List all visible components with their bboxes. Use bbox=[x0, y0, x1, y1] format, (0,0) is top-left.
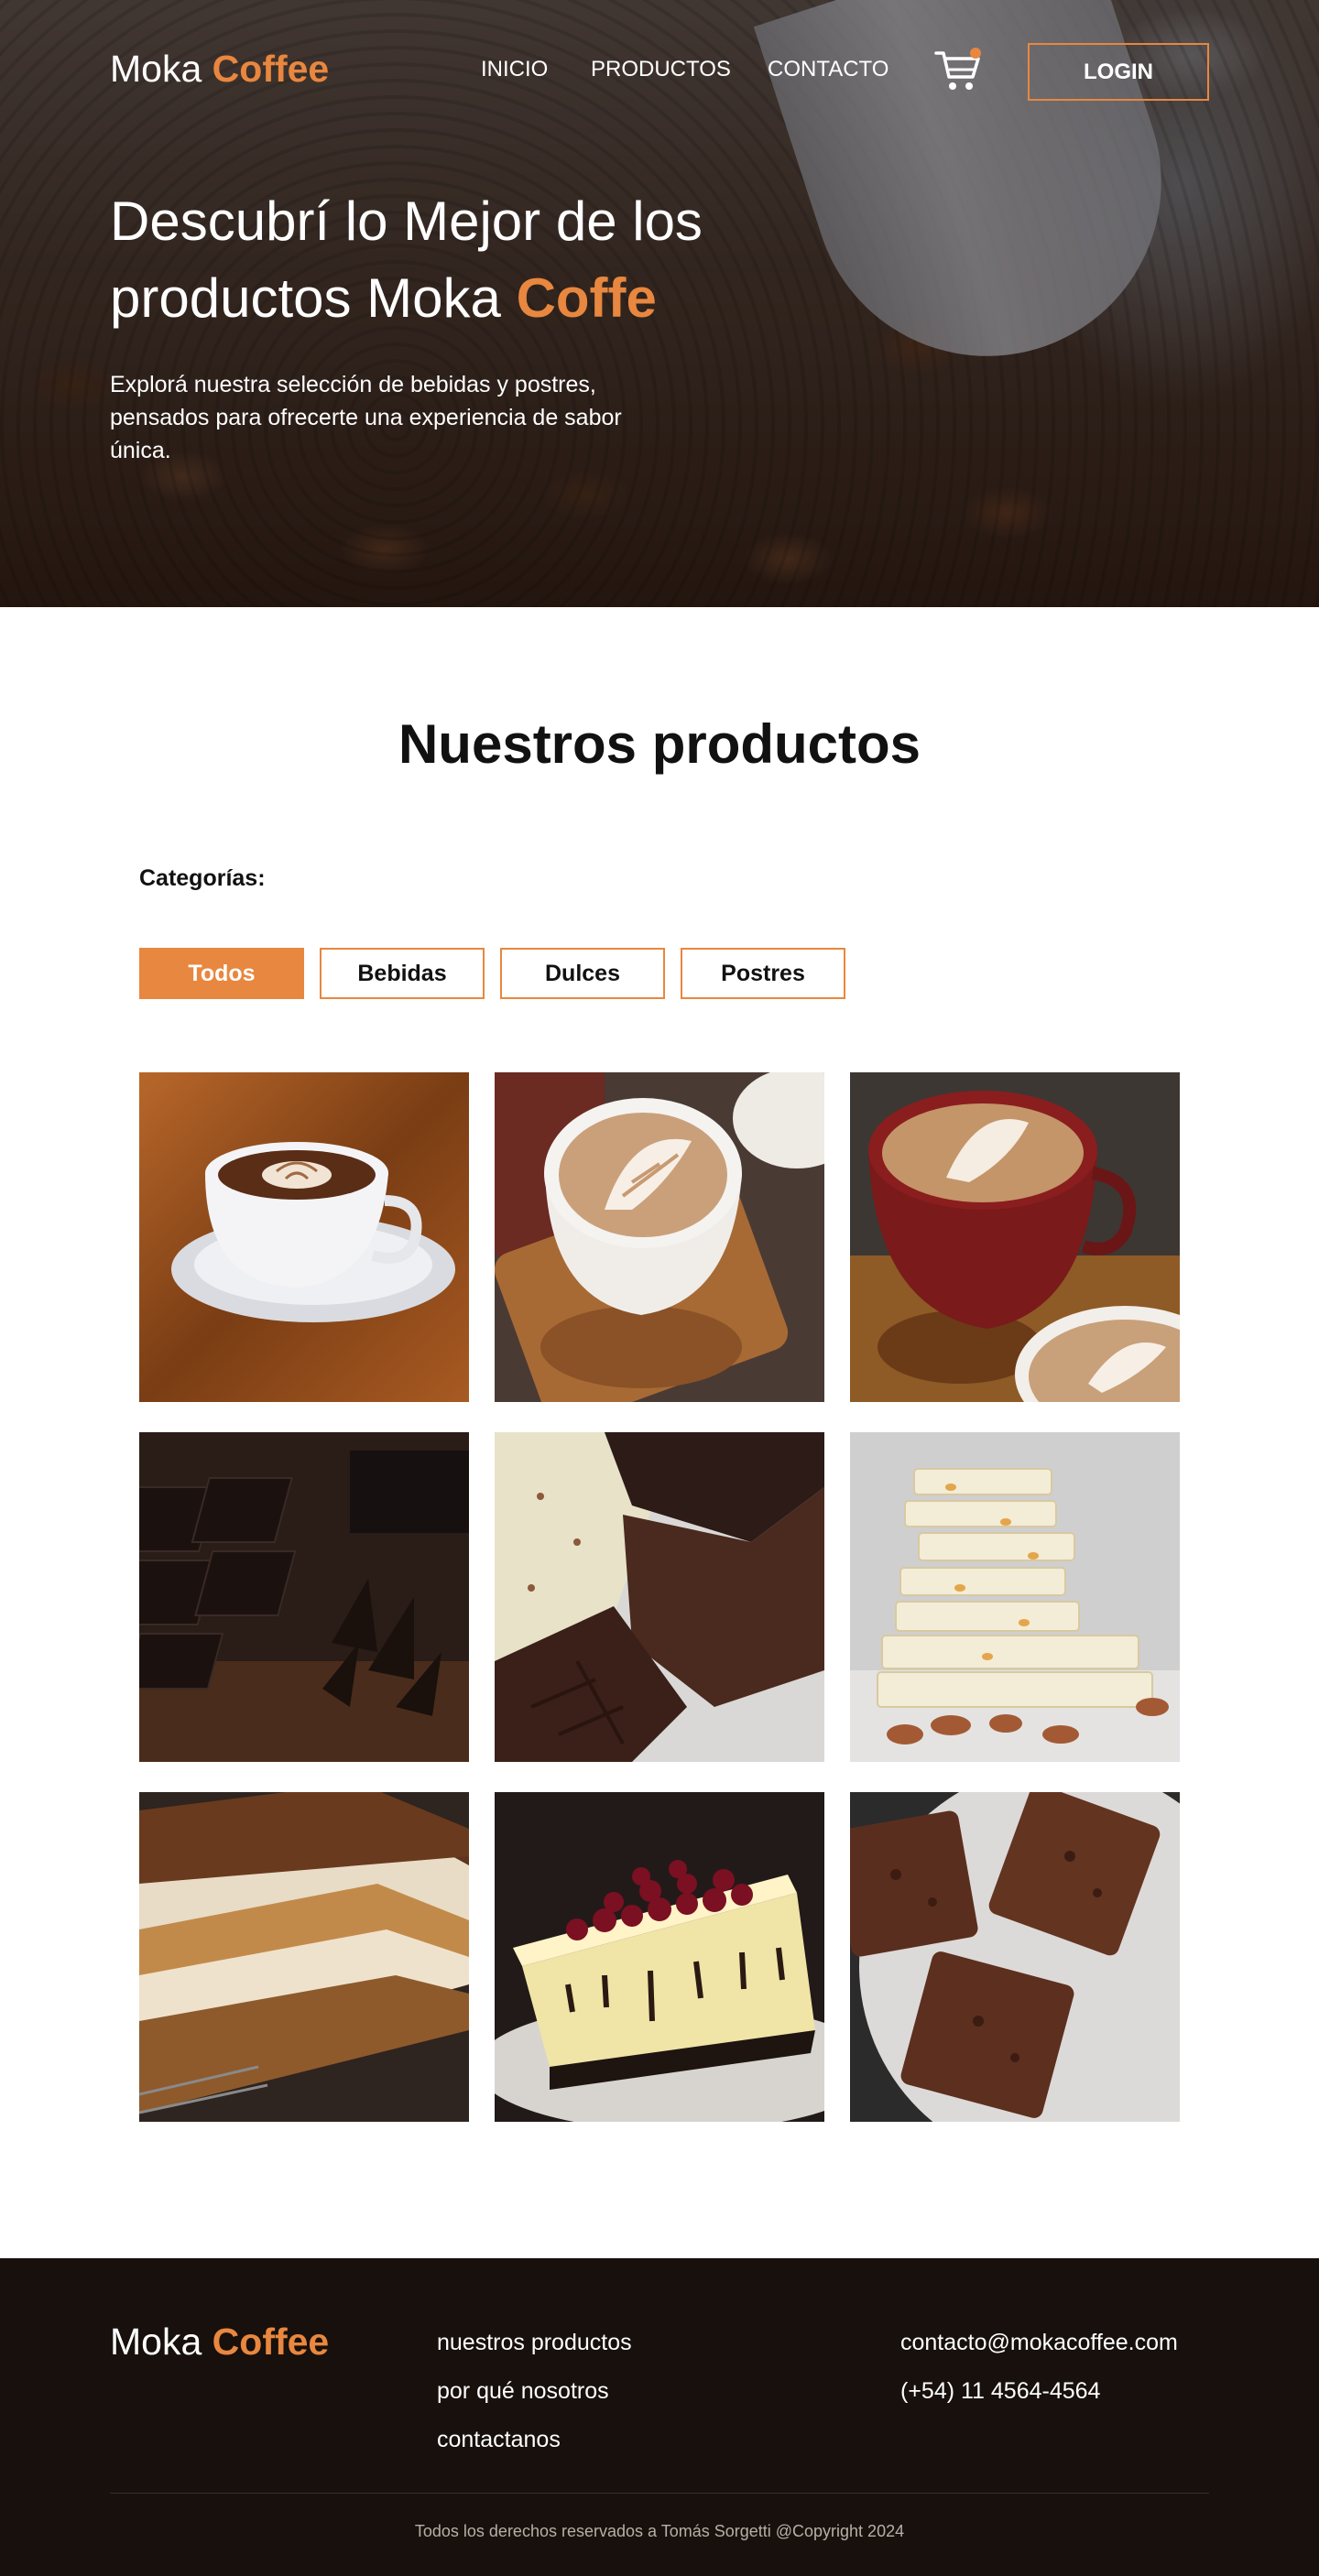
product-latte-red-cup[interactable] bbox=[850, 1072, 1180, 1402]
footer-link-por-que[interactable]: por qué nosotros bbox=[437, 2378, 609, 2405]
product-tiramisu[interactable] bbox=[139, 1792, 469, 2122]
copyright-text: Todos los derechos reservados a Tomás So… bbox=[414, 2522, 905, 2540]
filter-dulces-button[interactable]: Dulces bbox=[500, 948, 665, 999]
filter-todos-button[interactable]: Todos bbox=[139, 948, 304, 999]
footer-brand-logo[interactable]: Moka Coffee bbox=[110, 2321, 329, 2364]
product-cheesecake[interactable] bbox=[495, 1792, 824, 2122]
product-latte-on-coaster[interactable] bbox=[495, 1072, 824, 1402]
top-nav: Moka Coffee INICIO PRODUCTOS CONTACTO LO… bbox=[0, 0, 1319, 143]
footer-divider bbox=[110, 2493, 1209, 2494]
products-section: Nuestros productos Categorías: Todos Beb… bbox=[0, 607, 1319, 2258]
product-chocolate-pieces[interactable] bbox=[495, 1432, 824, 1762]
footer-phone[interactable]: (+54) 11 4564-4564 bbox=[900, 2378, 1100, 2405]
hero-title: Descubrí lo Mejor de los productos Moka … bbox=[110, 183, 806, 337]
filter-bebidas-button[interactable]: Bebidas bbox=[320, 948, 485, 999]
footer-brand-name: Moka bbox=[110, 2321, 202, 2363]
product-white-chocolate[interactable] bbox=[850, 1432, 1180, 1762]
categories-label: Categorías: bbox=[139, 865, 266, 891]
footer-email[interactable]: contacto@mokacoffee.com bbox=[900, 2330, 1178, 2356]
product-dark-chocolate[interactable] bbox=[139, 1432, 469, 1762]
filter-postres-button[interactable]: Postres bbox=[681, 948, 845, 999]
product-brownies[interactable] bbox=[850, 1792, 1180, 2122]
footer-link-contactanos[interactable]: contactanos bbox=[437, 2427, 561, 2453]
cart-badge-dot bbox=[970, 48, 981, 59]
footer-link-productos[interactable]: nuestros productos bbox=[437, 2330, 632, 2356]
products-title: Nuestros productos bbox=[398, 713, 921, 775]
product-latte-art-cup[interactable] bbox=[139, 1072, 469, 1402]
brand-logo[interactable]: Moka Coffee bbox=[110, 48, 329, 91]
hero-title-accent: Coffe bbox=[516, 267, 657, 329]
footer-brand-accent: Coffee bbox=[212, 2321, 330, 2363]
nav-link-inicio[interactable]: INICIO bbox=[481, 57, 548, 82]
nav-link-contacto[interactable]: CONTACTO bbox=[768, 57, 888, 82]
brand-accent: Coffee bbox=[212, 48, 330, 90]
footer: Moka Coffee nuestros productos por qué n… bbox=[0, 2258, 1319, 2576]
nav-link-productos[interactable]: PRODUCTOS bbox=[591, 57, 731, 82]
hero-section: Moka Coffee INICIO PRODUCTOS CONTACTO LO… bbox=[0, 0, 1319, 607]
brand-name: Moka bbox=[110, 48, 202, 90]
hero-description: Explorá nuestra selección de bebidas y p… bbox=[110, 372, 622, 463]
login-button[interactable]: LOGIN bbox=[1028, 43, 1209, 101]
